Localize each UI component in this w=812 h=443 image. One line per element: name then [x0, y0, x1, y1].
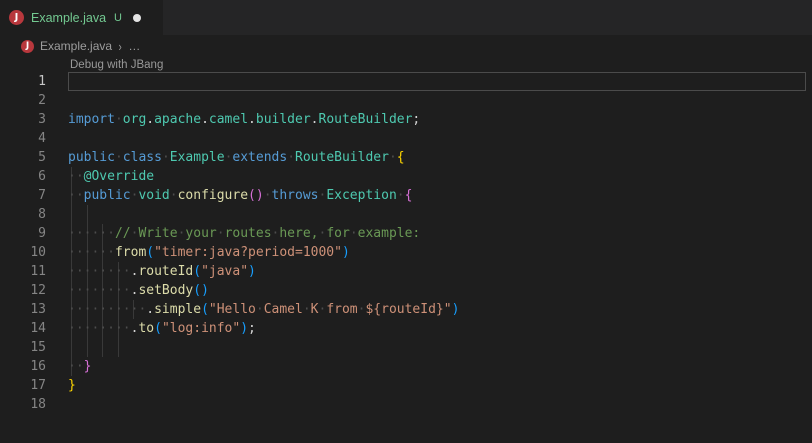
code-text: import·org.apache.camel.builder.RouteBui… — [68, 110, 420, 129]
code-text: ········.routeId("java") — [68, 262, 256, 281]
line-number: 16 — [0, 357, 46, 376]
breadcrumb: J Example.java › … — [0, 35, 812, 57]
current-line-highlight — [68, 72, 806, 91]
code-text: ······from("timer:java?period=1000") — [68, 243, 350, 262]
code-text: ········.setBody() — [68, 281, 209, 300]
line-number: 5 — [0, 148, 46, 167]
java-file-icon: J — [21, 40, 34, 53]
code-line[interactable]: 5 public·class·Example·extends·RouteBuild… — [0, 148, 812, 167]
code-line[interactable]: 2 — [0, 91, 812, 110]
line-number: 8 — [0, 205, 46, 224]
line-number: 14 — [0, 319, 46, 338]
java-icon-letter: J — [15, 12, 19, 23]
code-line[interactable]: 15 — [0, 338, 812, 357]
code-text: public·class·Example·extends·RouteBuilde… — [68, 148, 405, 167]
code-line[interactable]: 7 ··public·void·configure()·throws·Except… — [0, 186, 812, 205]
code-text: ··} — [68, 357, 91, 376]
code-text: ··········.simple("Hello·Camel·K·from·${… — [68, 300, 459, 319]
code-text: ··public·void·configure()·throws·Excepti… — [68, 186, 412, 205]
line-number: 11 — [0, 262, 46, 281]
code-line[interactable]: 17} — [0, 376, 812, 395]
editor-lines: 123import·org.apache.camel.builder.Route… — [0, 72, 812, 414]
line-number: 10 — [0, 243, 46, 262]
codelens-debug-with-jbang-link[interactable]: Debug with JBang — [70, 59, 163, 71]
line-number: 3 — [0, 110, 46, 129]
line-number: 6 — [0, 167, 46, 186]
line-number: 15 — [0, 338, 46, 357]
code-text: ······//·Write·your·routes·here,·for·exa… — [68, 224, 420, 243]
vscode-window: J Example.java U J Example.java › … Debu… — [0, 0, 812, 443]
line-number: 9 — [0, 224, 46, 243]
tab-bar: J Example.java U — [0, 0, 812, 35]
indent-guide — [71, 205, 72, 224]
line-number: 7 — [0, 186, 46, 205]
code-line[interactable]: 3 import·org.apache.camel.builder.RouteBu… — [0, 110, 812, 129]
tab-label: Example.java — [31, 11, 106, 25]
code-line[interactable]: 1 — [0, 72, 812, 91]
code-line[interactable]: 10 ······from("timer:java?period=1000") — [0, 243, 812, 262]
indent-guide — [71, 338, 72, 357]
indent-guide — [102, 338, 103, 357]
code-line[interactable]: 4 — [0, 129, 812, 148]
code-line[interactable]: 8 — [0, 205, 812, 224]
line-number: 4 — [0, 129, 46, 148]
code-line[interactable]: 18 — [0, 395, 812, 414]
line-number: 18 — [0, 395, 46, 414]
code-editor[interactable]: Debug with JBang 123import·org.apache.ca… — [0, 57, 812, 443]
line-number: 13 — [0, 300, 46, 319]
code-line[interactable]: 12 ········.setBody() — [0, 281, 812, 300]
chevron-right-icon: › — [119, 39, 122, 54]
java-file-icon: J — [9, 10, 24, 25]
indent-guide — [87, 338, 88, 357]
code-text: ··@Override — [68, 167, 154, 186]
line-number: 1 — [0, 72, 46, 91]
code-line[interactable]: 6 ··@Override — [0, 167, 812, 186]
line-number: 2 — [0, 91, 46, 110]
code-line[interactable]: 16 ··} — [0, 357, 812, 376]
java-icon-letter: J — [26, 41, 29, 51]
line-number: 17 — [0, 376, 46, 395]
indent-guide — [118, 338, 119, 357]
indent-guide — [87, 205, 88, 224]
code-line[interactable]: 14 ········.to("log:info"); — [0, 319, 812, 338]
breadcrumb-ellipsis[interactable]: … — [128, 39, 141, 53]
code-text: } — [68, 376, 76, 395]
tab-example-java[interactable]: J Example.java U — [0, 0, 163, 35]
breadcrumb-file[interactable]: Example.java — [40, 39, 112, 53]
git-status-badge: U — [114, 12, 122, 24]
code-line[interactable]: 13 ··········.simple("Hello·Camel·K·from·… — [0, 300, 812, 319]
codelens-row: Debug with JBang — [0, 57, 812, 72]
code-line[interactable]: 11 ········.routeId("java") — [0, 262, 812, 281]
code-text: ········.to("log:info"); — [68, 319, 256, 338]
unsaved-changes-dot-icon[interactable] — [133, 14, 141, 22]
line-number: 12 — [0, 281, 46, 300]
code-line[interactable]: 9 ······//·Write·your·routes·here,·for·ex… — [0, 224, 812, 243]
